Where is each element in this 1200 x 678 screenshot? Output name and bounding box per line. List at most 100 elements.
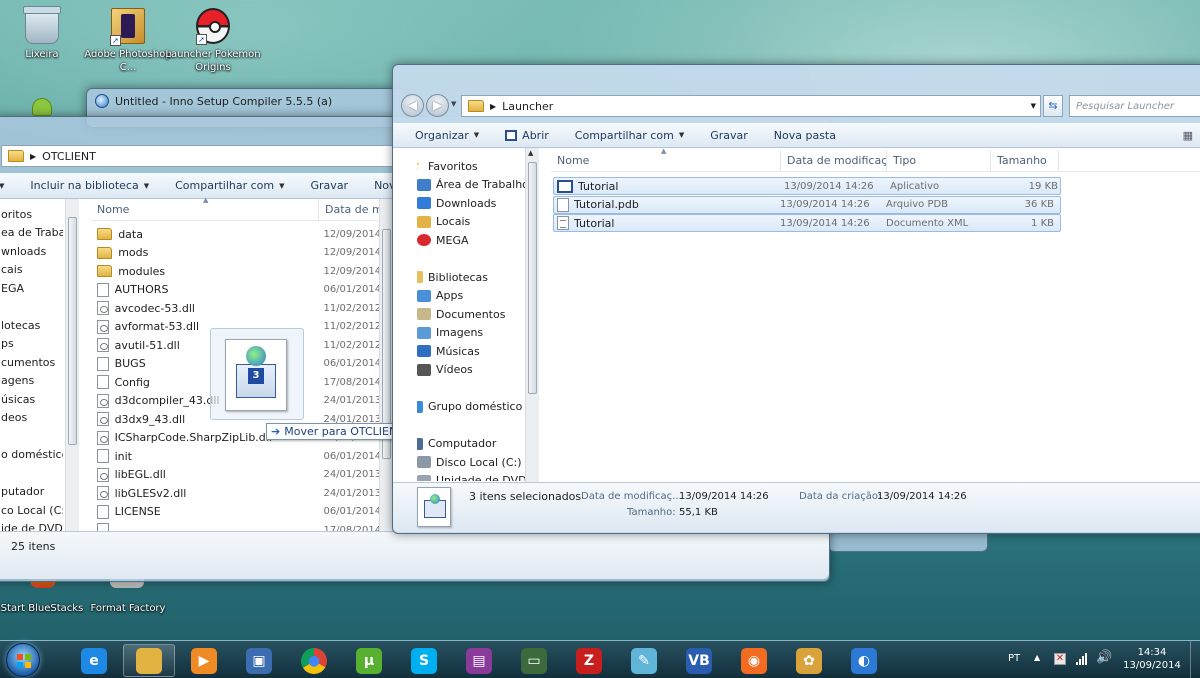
file-row[interactable]: 17/08/2014 14 (97, 521, 397, 531)
nav-item[interactable]: putador (1, 483, 63, 502)
taskbar-app-filezilla[interactable]: Z (563, 644, 615, 677)
taskbar-app-network[interactable]: ◐ (838, 644, 890, 677)
file-row[interactable]: init 06/01/2014 20 (97, 447, 397, 466)
recent-pages-dropdown[interactable]: ▼ (451, 100, 456, 108)
forward-button[interactable]: ▶ (426, 94, 449, 117)
file-row-selected[interactable]: Tutorial 13/09/2014 14:26 Documento XML 1 K… (553, 214, 1061, 232)
nav-item[interactable]: co Local (C:) (1, 501, 63, 520)
file-row[interactable]: libGLESv2.dll 24/01/2013 11 (97, 484, 397, 503)
taskbar-app-winrar[interactable]: ▤ (453, 644, 505, 677)
taskbar-app-explorer[interactable] (123, 644, 175, 677)
file-row[interactable]: mods 12/09/2014 19 (97, 244, 397, 263)
desktop-icon-pokemon-launcher[interactable]: ➚ Launcher Pokemon Origins (165, 8, 261, 74)
column-size[interactable]: Tamanho (991, 150, 1059, 171)
nav-item[interactable]: deos (1, 409, 63, 428)
column-type[interactable]: Tipo (887, 150, 991, 171)
desktop-icon-bluestacks[interactable]: Start BlueStacks (0, 574, 90, 615)
scrollbar-thumb[interactable] (528, 162, 537, 394)
breadcrumb-launcher[interactable]: Launcher (502, 100, 553, 113)
address-bar[interactable]: ▶ OTCLIENT (1, 145, 401, 167)
show-hidden-icons[interactable]: ▲ (1034, 653, 1040, 662)
taskbar-app-ie[interactable]: e (68, 644, 120, 677)
organize-button[interactable]: Organizar ▼ (393, 129, 492, 142)
nav-item[interactable]: Bibliotecas (417, 268, 525, 287)
address-dropdown-icon[interactable]: ▼ (1031, 102, 1036, 110)
include-in-library-button[interactable]: Incluir na biblioteca ▼ (17, 179, 162, 192)
taskbar-app-paint[interactable]: ✿ (783, 644, 835, 677)
file-row-selected[interactable]: Tutorial 13/09/2014 14:26 Aplicativo 19 KB (553, 177, 1061, 195)
file-row[interactable]: modules 12/09/2014 19 (97, 262, 397, 281)
volume-icon[interactable]: 🔊 (1096, 650, 1112, 665)
nav-item[interactable]: o doméstico (1, 446, 63, 465)
column-date[interactable]: Data de modificaç... (781, 150, 887, 171)
taskbar-app-origin[interactable]: ◉ (728, 644, 780, 677)
show-desktop-button[interactable] (1190, 641, 1200, 678)
taskbar-app-media[interactable]: ▶ (178, 644, 230, 677)
file-row[interactable]: data 12/09/2014 19 (97, 225, 397, 244)
action-center-icon[interactable]: ✕ (1054, 653, 1066, 665)
file-row[interactable]: libEGL.dll 24/01/2013 11 (97, 466, 397, 485)
file-list-scrollbar[interactable] (379, 199, 393, 531)
open-button[interactable]: Abrir (492, 129, 562, 142)
language-indicator[interactable]: PT (1008, 653, 1020, 664)
breadcrumb-otclient[interactable]: OTCLIENT (42, 150, 96, 163)
navigation-scrollbar[interactable]: ▲ (525, 148, 539, 482)
nav-item[interactable]: Computador (417, 435, 525, 454)
taskbar-app-vb[interactable]: VB (673, 644, 725, 677)
nav-item[interactable]: EGA (1, 279, 63, 298)
nav-item[interactable]: agens (1, 372, 63, 391)
nav-item[interactable]: Área de Trabalho (417, 176, 525, 195)
nav-item[interactable]: Documentos (417, 305, 525, 324)
nav-item[interactable]: Locais (417, 213, 525, 232)
new-folder-button[interactable]: Nova pasta (761, 129, 849, 142)
file-row-selected[interactable]: Tutorial.pdb 13/09/2014 14:26 Arquivo PDB 3… (553, 195, 1061, 214)
view-options-icon[interactable]: ▦ (1170, 129, 1200, 142)
nav-item[interactable]: wnloads (1, 242, 63, 261)
scrollbar-thumb[interactable] (68, 217, 77, 445)
nav-item[interactable]: ide de DVD (1, 520, 63, 531)
launcher-explorer-window[interactable]: ◀ ▶ ▼ ▶ Launcher ▼ ⇆ Pesquisar Launcher … (392, 64, 1200, 534)
desktop-icon-format-factory[interactable]: Format Factory (80, 574, 176, 615)
search-box[interactable]: Pesquisar Launcher (1069, 95, 1200, 117)
nav-item[interactable]: Apps (417, 287, 525, 306)
taskbar-app-utorrent[interactable]: µ (343, 644, 395, 677)
navigation-scrollbar[interactable] (65, 199, 79, 531)
burn-button[interactable]: Gravar (298, 179, 362, 192)
taskbar-app-notepad[interactable]: ✎ (618, 644, 670, 677)
nav-item[interactable]: Unidade de DVD (417, 472, 525, 481)
desktop-icon-recycle-bin[interactable]: Lixeira (0, 6, 90, 61)
clock[interactable]: 14:34 13/09/2014 (1122, 646, 1182, 672)
organize-button-partial[interactable]: ▼ (0, 182, 17, 190)
nav-item[interactable]: cumentos (1, 353, 63, 372)
network-icon[interactable] (1076, 653, 1088, 665)
nav-item[interactable]: oritos (1, 205, 63, 224)
nav-item[interactable]: Músicas (417, 342, 525, 361)
share-with-button[interactable]: Compartilhar com ▼ (162, 179, 297, 192)
share-with-button[interactable]: Compartilhar com ▼ (562, 129, 697, 142)
burn-button[interactable]: Gravar (697, 129, 761, 142)
nav-item[interactable]: MEGA (417, 231, 525, 250)
nav-item[interactable]: úsicas (1, 390, 63, 409)
nav-item[interactable]: lotecas (1, 316, 63, 335)
taskbar-app-remote[interactable]: ▣ (233, 644, 285, 677)
nav-item[interactable]: Downloads (417, 194, 525, 213)
nav-item[interactable]: Imagens (417, 324, 525, 343)
nav-item[interactable]: cais (1, 261, 63, 280)
scroll-up-icon[interactable]: ▲ (528, 149, 533, 157)
nav-item[interactable]: ★ Favoritos (417, 157, 525, 176)
nav-item[interactable]: ps (1, 335, 63, 354)
file-row[interactable]: LICENSE 06/01/2014 20 (97, 503, 397, 522)
address-bar[interactable]: ▶ Launcher ▼ (461, 95, 1041, 117)
taskbar-app-skype[interactable]: S (398, 644, 450, 677)
nav-item[interactable]: Disco Local (C:) (417, 453, 525, 472)
file-row[interactable]: AUTHORS 06/01/2014 20 (97, 281, 397, 300)
nav-item[interactable]: Grupo doméstico (417, 398, 525, 417)
taskbar-app-chrome[interactable]: ● (288, 644, 340, 677)
back-button[interactable]: ◀ (401, 94, 424, 117)
android-icon[interactable] (32, 98, 52, 116)
taskbar-app-terminal[interactable]: ▭ (508, 644, 560, 677)
start-button[interactable] (6, 643, 40, 677)
refresh-button[interactable]: ⇆ (1043, 95, 1063, 117)
nav-item[interactable]: ea de Trabalho (1, 224, 63, 243)
desktop-icon-photoshop[interactable]: ➚ Adobe Photoshop C... (80, 8, 176, 74)
